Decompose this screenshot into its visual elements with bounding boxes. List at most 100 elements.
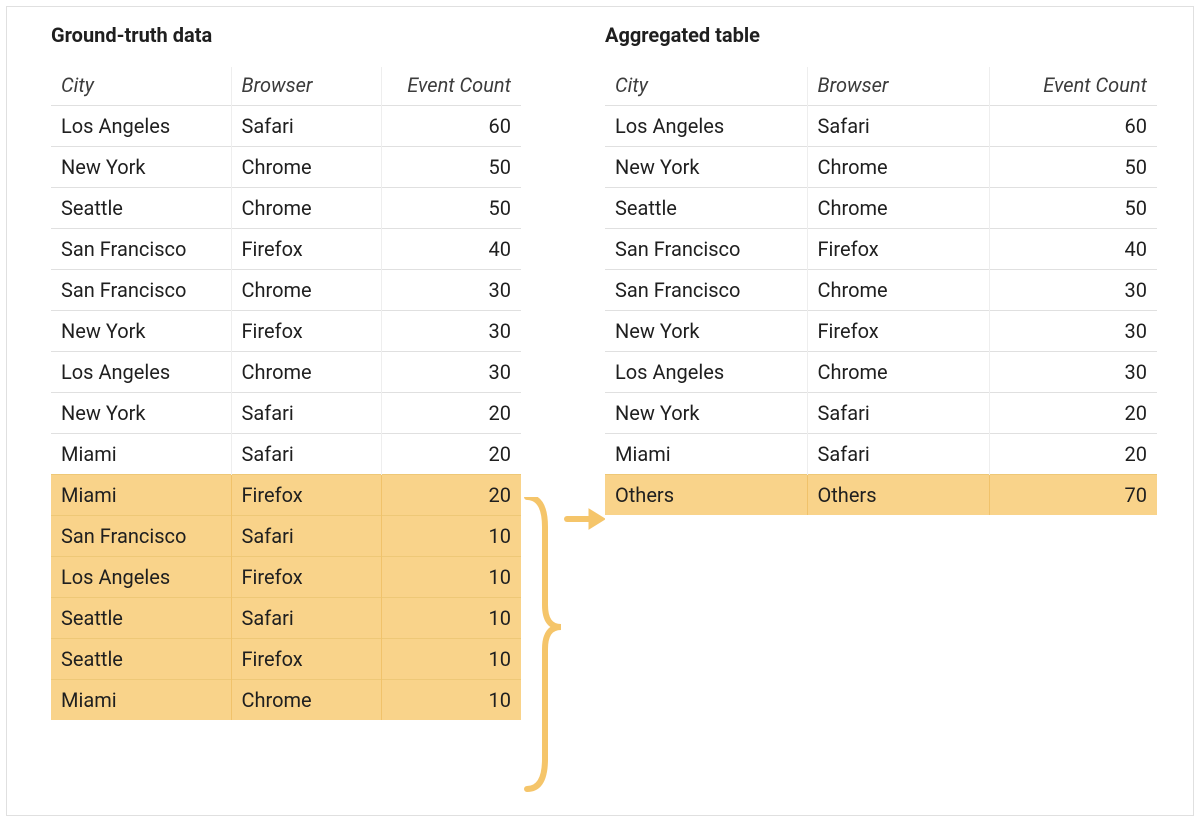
cell-count: 50 xyxy=(989,188,1157,229)
cell-browser: Safari xyxy=(807,393,989,434)
cell-browser: Firefox xyxy=(231,229,381,270)
col-event-count: Event Count xyxy=(989,67,1157,106)
cell-browser: Safari xyxy=(231,516,381,557)
table-row: SeattleChrome50 xyxy=(605,188,1157,229)
cell-browser: Chrome xyxy=(231,680,381,721)
cell-browser: Firefox xyxy=(807,311,989,352)
aggregated-panel: Aggregated table City Browser Event Coun… xyxy=(605,23,1157,515)
cell-browser: Chrome xyxy=(231,270,381,311)
table-row: OthersOthers70 xyxy=(605,475,1157,516)
cell-city: Seattle xyxy=(51,598,231,639)
col-city: City xyxy=(51,67,231,106)
cell-browser: Safari xyxy=(231,393,381,434)
cell-count: 10 xyxy=(381,557,521,598)
cell-city: Others xyxy=(605,475,807,516)
cell-city: Seattle xyxy=(51,188,231,229)
cell-city: Seattle xyxy=(605,188,807,229)
cell-count: 50 xyxy=(989,147,1157,188)
cell-browser: Safari xyxy=(807,434,989,475)
cell-city: New York xyxy=(51,393,231,434)
cell-browser: Chrome xyxy=(231,147,381,188)
cell-city: Los Angeles xyxy=(605,352,807,393)
cell-count: 20 xyxy=(381,393,521,434)
cell-city: New York xyxy=(51,147,231,188)
cell-browser: Chrome xyxy=(807,352,989,393)
table-row: Los AngelesChrome30 xyxy=(51,352,521,393)
ground-truth-table: City Browser Event Count Los AngelesSafa… xyxy=(51,67,521,720)
cell-count: 10 xyxy=(381,516,521,557)
table-row: New YorkFirefox30 xyxy=(51,311,521,352)
table-row: Los AngelesSafari60 xyxy=(51,106,521,147)
cell-count: 20 xyxy=(989,434,1157,475)
cell-count: 30 xyxy=(381,270,521,311)
cell-count: 30 xyxy=(381,352,521,393)
cell-city: Los Angeles xyxy=(51,352,231,393)
table-row: Los AngelesChrome30 xyxy=(605,352,1157,393)
cell-browser: Firefox xyxy=(231,311,381,352)
cell-browser: Others xyxy=(807,475,989,516)
cell-count: 40 xyxy=(381,229,521,270)
cell-city: Los Angeles xyxy=(51,557,231,598)
cell-city: San Francisco xyxy=(51,516,231,557)
table-row: San FranciscoFirefox40 xyxy=(605,229,1157,270)
cell-browser: Safari xyxy=(231,598,381,639)
cell-browser: Firefox xyxy=(231,475,381,516)
cell-count: 10 xyxy=(381,639,521,680)
cell-count: 60 xyxy=(989,106,1157,147)
table-row: MiamiFirefox20 xyxy=(51,475,521,516)
table-row: MiamiSafari20 xyxy=(51,434,521,475)
ground-truth-body: Los AngelesSafari60New YorkChrome50Seatt… xyxy=(51,106,521,721)
cell-city: New York xyxy=(51,311,231,352)
cell-city: Los Angeles xyxy=(605,106,807,147)
table-row: SeattleChrome50 xyxy=(51,188,521,229)
col-browser: Browser xyxy=(807,67,989,106)
aggregated-table: City Browser Event Count Los AngelesSafa… xyxy=(605,67,1157,515)
col-browser: Browser xyxy=(231,67,381,106)
cell-city: New York xyxy=(605,393,807,434)
table-header-row: City Browser Event Count xyxy=(605,67,1157,106)
cell-browser: Chrome xyxy=(807,270,989,311)
cell-city: New York xyxy=(605,311,807,352)
diagram-frame: Ground-truth data City Browser Event Cou… xyxy=(6,6,1194,816)
table-row: Los AngelesFirefox10 xyxy=(51,557,521,598)
cell-browser: Chrome xyxy=(231,352,381,393)
cell-count: 10 xyxy=(381,598,521,639)
cell-city: San Francisco xyxy=(605,229,807,270)
cell-count: 40 xyxy=(989,229,1157,270)
cell-city: San Francisco xyxy=(605,270,807,311)
cell-count: 30 xyxy=(381,311,521,352)
table-row: New YorkSafari20 xyxy=(605,393,1157,434)
table-row: New YorkFirefox30 xyxy=(605,311,1157,352)
cell-city: San Francisco xyxy=(51,270,231,311)
cell-browser: Firefox xyxy=(231,557,381,598)
table-row: San FranciscoSafari10 xyxy=(51,516,521,557)
cell-count: 10 xyxy=(381,680,521,721)
cell-city: San Francisco xyxy=(51,229,231,270)
cell-city: Miami xyxy=(51,680,231,721)
table-row: San FranciscoFirefox40 xyxy=(51,229,521,270)
cell-count: 30 xyxy=(989,311,1157,352)
cell-browser: Safari xyxy=(231,106,381,147)
table-row: SeattleSafari10 xyxy=(51,598,521,639)
table-row: MiamiChrome10 xyxy=(51,680,521,721)
cell-count: 60 xyxy=(381,106,521,147)
aggregated-title: Aggregated table xyxy=(605,23,1157,47)
table-row: New YorkChrome50 xyxy=(605,147,1157,188)
ground-truth-title: Ground-truth data xyxy=(51,23,521,47)
aggregated-body: Los AngelesSafari60New YorkChrome50Seatt… xyxy=(605,106,1157,516)
cell-browser: Chrome xyxy=(231,188,381,229)
col-event-count: Event Count xyxy=(381,67,521,106)
brace-arrow-icon xyxy=(521,497,605,797)
table-row: Los AngelesSafari60 xyxy=(605,106,1157,147)
cell-count: 20 xyxy=(381,434,521,475)
table-row: San FranciscoChrome30 xyxy=(605,270,1157,311)
cell-browser: Safari xyxy=(231,434,381,475)
cell-count: 30 xyxy=(989,352,1157,393)
cell-count: 20 xyxy=(381,475,521,516)
table-row: SeattleFirefox10 xyxy=(51,639,521,680)
table-row: MiamiSafari20 xyxy=(605,434,1157,475)
cell-city: Seattle xyxy=(51,639,231,680)
cell-city: Los Angeles xyxy=(51,106,231,147)
cell-city: Miami xyxy=(605,434,807,475)
table-row: New YorkChrome50 xyxy=(51,147,521,188)
